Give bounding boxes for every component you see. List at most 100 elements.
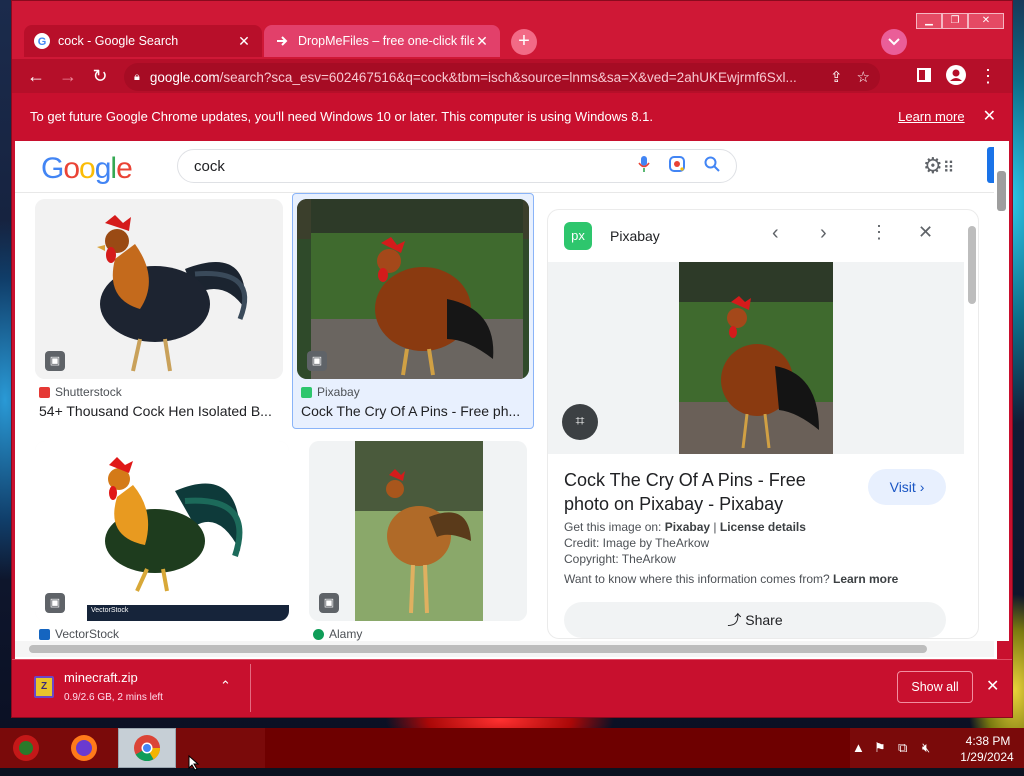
search-input[interactable]: cock: [177, 149, 737, 183]
close-infobar-icon[interactable]: ✕: [983, 106, 996, 126]
page-horizontal-scrollbar[interactable]: [15, 641, 994, 657]
volume-muted-icon[interactable]: 🔇︎: [922, 740, 930, 756]
chrome-taskbar-icon[interactable]: [118, 728, 176, 768]
rooster-preview-image[interactable]: [679, 262, 833, 454]
result-title[interactable]: 54+ Thousand Cock Hen Isolated B...: [39, 403, 283, 419]
divider: [250, 664, 251, 712]
visit-button[interactable]: Visit ›: [868, 469, 946, 505]
vertical-scroll-thumb[interactable]: [997, 171, 1006, 211]
start-icon[interactable]: [0, 728, 52, 768]
get-image-line: Get this image on: Pixabay | License det…: [564, 520, 806, 534]
close-tab-icon[interactable]: ✕: [236, 33, 252, 50]
visual-search-icon[interactable]: ⌗: [562, 404, 598, 440]
address-bar[interactable]: 🔒︎ google.com/search?sca_esv=602467516&q…: [124, 63, 880, 91]
close-download-bar-icon[interactable]: ✕: [986, 676, 999, 696]
rooster-image[interactable]: ▣ VectorStock: [35, 441, 289, 621]
tab-dropmefiles[interactable]: DropMeFiles – free one-click file ✕: [264, 25, 500, 57]
tab-strip: G cock - Google Search ✕ DropMeFiles – f…: [12, 1, 1012, 59]
show-all-button[interactable]: Show all: [897, 671, 973, 703]
chrome-window: G cock - Google Search ✕ DropMeFiles – f…: [11, 0, 1013, 718]
result-source[interactable]: Shutterstock: [39, 385, 122, 399]
image-result[interactable]: ▣ VectorStock VectorStock: [35, 441, 289, 659]
image-result[interactable]: ▣ Alamy: [309, 441, 527, 659]
dropmefiles-arrow-icon: [274, 33, 290, 49]
pixabay-link[interactable]: Pixabay: [665, 520, 710, 534]
reload-button[interactable]: ↻: [88, 65, 112, 87]
panel-source-name[interactable]: Pixabay: [610, 228, 660, 244]
chevron-up-icon[interactable]: ⌃: [220, 678, 231, 694]
share-icon: ⤴︎: [727, 612, 746, 628]
result-source[interactable]: VectorStock: [39, 627, 119, 641]
clock-time[interactable]: 4:38 PM: [958, 734, 1018, 748]
action-center-flag-icon[interactable]: ⚑: [874, 740, 886, 756]
chevron-down-icon: [888, 38, 900, 46]
download-status: 0.9/2.6 GB, 2 mins left: [64, 692, 163, 703]
result-title[interactable]: Cock The Cry Of A Pins - Free ph...: [301, 403, 527, 419]
image-result[interactable]: ▣ Shutterstock 54+ Thousand Cock Hen Iso…: [35, 199, 283, 429]
clock-date[interactable]: 1/29/2024: [952, 750, 1022, 764]
close-panel-icon[interactable]: ✕: [918, 222, 933, 243]
show-hidden-icons-icon[interactable]: ▲: [852, 740, 865, 755]
search-query: cock: [194, 157, 225, 175]
download-filename[interactable]: minecraft.zip: [64, 670, 138, 685]
url-text: google.com/search?sca_esv=602467516&q=co…: [149, 69, 797, 85]
credit-line: Credit: Image by TheArkow: [564, 536, 710, 550]
image-badge-icon: ▣: [45, 593, 65, 613]
image-result[interactable]: ▣ Pixabay Cock The Cry Of A Pins - Free …: [297, 199, 529, 429]
web-page: Google cock ⚙︎⠿ ▣ Shutterstock 54+ Thous…: [15, 141, 997, 659]
rooster-image[interactable]: ▣: [297, 199, 529, 379]
tab-title: DropMeFiles – free one-click file: [298, 34, 474, 48]
mouse-cursor-icon: [188, 754, 200, 776]
next-chevron-icon[interactable]: ›: [820, 222, 827, 245]
search-icon[interactable]: [704, 156, 720, 177]
close-window-button[interactable]: ✕: [968, 13, 1004, 29]
tab-google-search[interactable]: G cock - Google Search ✕: [24, 25, 262, 57]
firefox-icon[interactable]: [58, 728, 110, 768]
taskbar-empty-area: [265, 728, 850, 768]
update-infobar: To get future Google Chrome updates, you…: [12, 93, 1012, 139]
share-page-icon[interactable]: ⇪: [830, 68, 843, 86]
apps-grid-icon[interactable]: ⠿: [943, 160, 955, 177]
settings-gear-icon[interactable]: ⚙︎⠿: [923, 153, 954, 179]
new-tab-button[interactable]: +: [511, 29, 537, 55]
google-logo[interactable]: Google: [41, 152, 133, 186]
panel-scrollbar[interactable]: [966, 224, 978, 638]
forward-button[interactable]: →: [56, 65, 80, 87]
image-badge-icon: ▣: [319, 593, 339, 613]
maximize-button[interactable]: ❐: [942, 13, 968, 29]
panel-title[interactable]: Cock The Cry Of A Pins - Free photo on P…: [564, 468, 854, 516]
google-lens-icon[interactable]: [668, 155, 686, 178]
rooster-image[interactable]: ▣: [309, 441, 527, 621]
menu-kebab-icon[interactable]: ⋮: [976, 65, 1000, 87]
google-g-icon: G: [34, 33, 50, 49]
back-button[interactable]: ←: [24, 65, 48, 87]
more-options-icon[interactable]: ⋮: [870, 222, 888, 243]
minimize-button[interactable]: ▁: [916, 13, 942, 29]
panel-scroll-thumb[interactable]: [968, 226, 976, 304]
network-icon[interactable]: ⧉: [898, 740, 907, 756]
bookmark-star-icon[interactable]: ☆: [857, 68, 870, 86]
microphone-icon[interactable]: [638, 155, 650, 177]
infobar-message: To get future Google Chrome updates, you…: [30, 108, 653, 124]
svg-text:G: G: [38, 36, 47, 48]
learn-more-link[interactable]: Learn more: [833, 572, 898, 586]
image-badge-icon: ▣: [45, 351, 65, 371]
alamy-icon: [313, 628, 324, 640]
side-panel-icon[interactable]: [912, 65, 936, 87]
result-source[interactable]: Pixabay: [301, 385, 360, 399]
system-tray: ▲ ⚑ ⧉ 🔇︎ 4:38 PM 1/29/2024: [848, 730, 1024, 768]
result-source[interactable]: Alamy: [313, 627, 362, 641]
infobar-learn-more-link[interactable]: Learn more: [898, 109, 964, 124]
license-details-link[interactable]: License details: [720, 520, 806, 534]
previous-chevron-icon[interactable]: ‹: [772, 222, 779, 245]
tab-search-button[interactable]: [881, 29, 907, 55]
rooster-image[interactable]: ▣: [35, 199, 283, 379]
profile-avatar-icon[interactable]: [944, 65, 968, 87]
info-source-line: Want to know where this information come…: [564, 572, 899, 586]
toolbar: ← → ↻ 🔒︎ google.com/search?sca_esv=60246…: [12, 59, 1012, 93]
page-vertical-scrollbar[interactable]: [994, 141, 1009, 641]
horizontal-scroll-thumb[interactable]: [29, 645, 927, 653]
image-preview-panel: px Pixabay ‹ › ⋮ ✕ ⌗ Cock The Cry Of A P…: [547, 209, 979, 639]
close-tab-icon[interactable]: ✕: [474, 33, 490, 50]
share-button[interactable]: ⤴︎ Share: [564, 602, 946, 638]
